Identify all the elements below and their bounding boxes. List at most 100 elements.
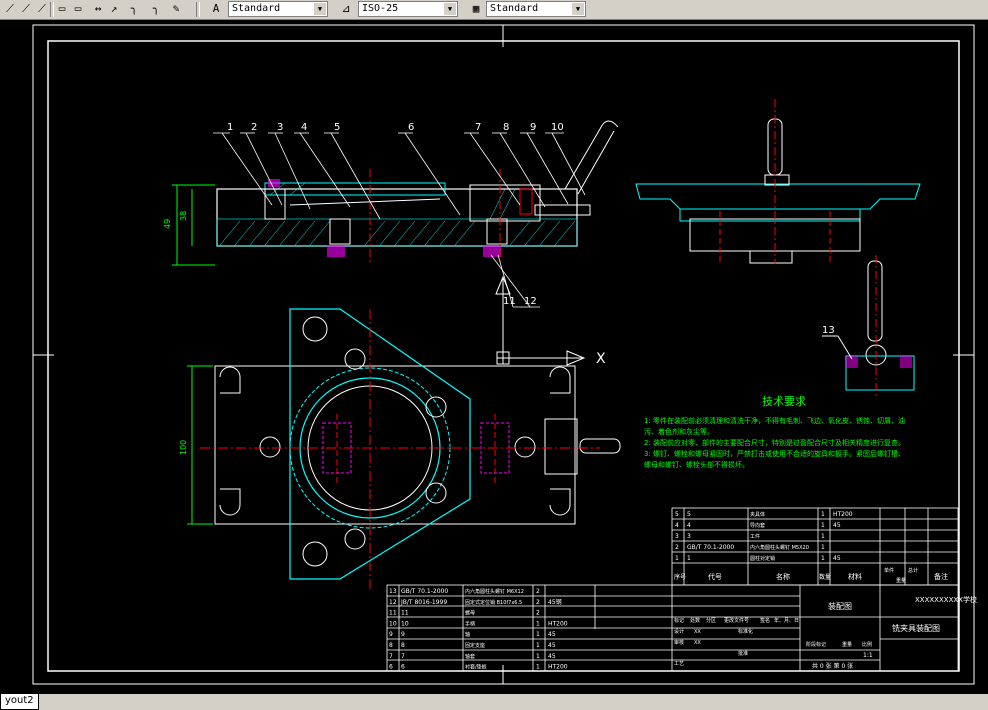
table-style-icon[interactable]: ▦	[468, 1, 484, 17]
part-label-7: 7	[475, 122, 481, 133]
school-name: XXXXXXXXXX学校	[915, 595, 977, 604]
upper-row-name: 导向套	[750, 522, 765, 529]
tb-date: 年、月、日	[774, 617, 799, 624]
detail-view	[822, 255, 915, 399]
upper-row-qty: 1	[821, 533, 825, 540]
part-label-8: 8	[503, 122, 509, 133]
lower-row-qty: 2	[536, 610, 540, 617]
upper-row-name: 工件	[750, 533, 760, 540]
lower-row-no: 12	[389, 599, 397, 606]
lower-row-name: 螺母	[465, 610, 475, 617]
uh-qty: 数量	[819, 573, 831, 581]
tb-checker-val: XX	[694, 640, 701, 646]
layout-tab-yout2[interactable]: yout2	[0, 694, 39, 710]
lower-row-qty: 1	[536, 664, 540, 671]
upper-row-qty: 1	[821, 555, 825, 562]
uh-w2: 总计	[908, 567, 918, 574]
arc-icon[interactable]: ╮	[126, 1, 142, 17]
lower-row-qty: 1	[536, 642, 540, 649]
lower-row-qty: 1	[536, 620, 540, 627]
lower-row-code: 9	[401, 631, 405, 638]
upper-row-code: GB/T 70.1-2000	[687, 544, 734, 551]
lower-row-qty: 2	[536, 588, 540, 595]
lower-row-qty: 1	[536, 653, 540, 660]
lower-row-qty: 2	[536, 599, 540, 606]
lower-row-code: 10	[401, 620, 409, 627]
tb-docno: 更改文件号	[724, 617, 749, 624]
scale: 1:1	[863, 652, 873, 659]
lower-row-mat: 45	[548, 631, 556, 638]
table-style-select[interactable]: Standard ▼	[486, 1, 586, 17]
part-label-10: 10	[551, 122, 564, 133]
part-label-11: 11	[503, 296, 516, 307]
dimension-linear-icon[interactable]: ⟋	[2, 1, 18, 17]
part-label-12: 12	[524, 296, 537, 307]
lower-row-qty: 1	[536, 631, 540, 638]
upper-row-mat: HT200	[833, 511, 853, 518]
text-style-select[interactable]: Standard ▼	[228, 1, 328, 17]
upper-row-no: 2	[675, 544, 679, 551]
uh-no: 序号	[674, 573, 686, 581]
uh-name: 名称	[776, 572, 790, 581]
tb-std: 标准化	[738, 628, 753, 635]
center-mark-icon[interactable]: ╮	[148, 1, 164, 17]
side-view	[635, 99, 921, 264]
tb-count: 处数	[690, 617, 700, 624]
lower-row-no: 11	[389, 610, 397, 617]
lower-row-code: 7	[401, 653, 405, 660]
uh-mat: 材料	[848, 572, 862, 581]
upper-row-code: 3	[687, 533, 691, 540]
lower-row-name: 轴套	[465, 653, 475, 660]
chevron-down-icon: ▼	[444, 3, 456, 15]
dimension-radius-icon[interactable]: ⟋	[34, 1, 50, 17]
baseline-icon[interactable]: ▭	[54, 1, 70, 17]
tech-line-3: 2: 装配前应对零、部件的主要配合尺寸，特别是过盈配合尺寸及相关精度进行复查。	[644, 438, 905, 447]
lower-row-mat: 45	[548, 653, 556, 660]
tb-checker: 审核	[674, 639, 684, 646]
tb-designer-val: XX	[694, 629, 701, 635]
dim-38: 38	[179, 211, 188, 221]
upper-row-no: 1	[675, 555, 679, 562]
dim-style-icon[interactable]: ⊿	[338, 1, 354, 17]
lower-row-no: 9	[389, 631, 393, 638]
upper-row-no: 3	[675, 533, 679, 540]
text-style-icon[interactable]: A	[208, 1, 224, 17]
edit-dimension-icon[interactable]: ✎	[168, 1, 184, 17]
upper-row-no: 5	[675, 511, 679, 518]
continue-icon[interactable]: ▭	[70, 1, 86, 17]
part-label-13: 13	[822, 325, 835, 336]
lower-row-name: 固定式定位销 B10f7x6.5	[465, 599, 522, 606]
lower-row-name: 内六角圆柱头螺钉 M6X12	[465, 588, 524, 595]
upper-row-code: 5	[687, 511, 691, 518]
part-label-4: 4	[301, 122, 307, 133]
axis-x-label: X	[596, 351, 606, 367]
lower-row-name: 轴	[465, 631, 470, 638]
tb-process: 工艺	[674, 661, 684, 667]
tb-stage: 阶段标记	[806, 641, 826, 648]
tolerance-icon[interactable]: ↗	[106, 1, 122, 17]
lower-row-name: 手柄	[465, 620, 475, 627]
part-label-6: 6	[408, 122, 414, 133]
dimension-aligned-icon[interactable]: ⟋	[18, 1, 34, 17]
tech-line-1: 1: 零件在装配前必须清理和清洗干净，不得有毛刺、飞边、氧化皮、锈蚀、切屑、油	[644, 416, 905, 425]
lower-row-no: 8	[389, 642, 393, 649]
dimension-style-select[interactable]: ISO-25 ▼	[358, 1, 458, 17]
upper-row-qty: 1	[821, 544, 825, 551]
part-label-3: 3	[277, 122, 283, 133]
quick-leader-icon[interactable]: ↔	[90, 1, 106, 17]
tb-ratio: 比例	[862, 641, 872, 648]
part-label-5: 5	[334, 122, 340, 133]
lower-row-name: 衬套/垫板	[465, 664, 487, 671]
sheet-info: 共 0 张 第 0 张	[812, 662, 853, 670]
dim-100: 100	[179, 440, 188, 455]
upper-row-no: 4	[675, 522, 679, 529]
lower-row-no: 7	[389, 653, 393, 660]
tech-title: 技术要求	[762, 395, 806, 408]
lower-row-mat: 45钢	[548, 598, 562, 606]
uh-weight: 重量	[896, 577, 906, 584]
part-label-1: 1	[227, 122, 233, 133]
ucs-icon	[495, 275, 586, 366]
drawing-canvas[interactable]: 49 38 1 2 3 4 5 6 7 8 9 10 11 12 X 13 10…	[0, 19, 988, 694]
top-view	[187, 308, 621, 589]
tb-weight: 重量	[842, 641, 852, 648]
